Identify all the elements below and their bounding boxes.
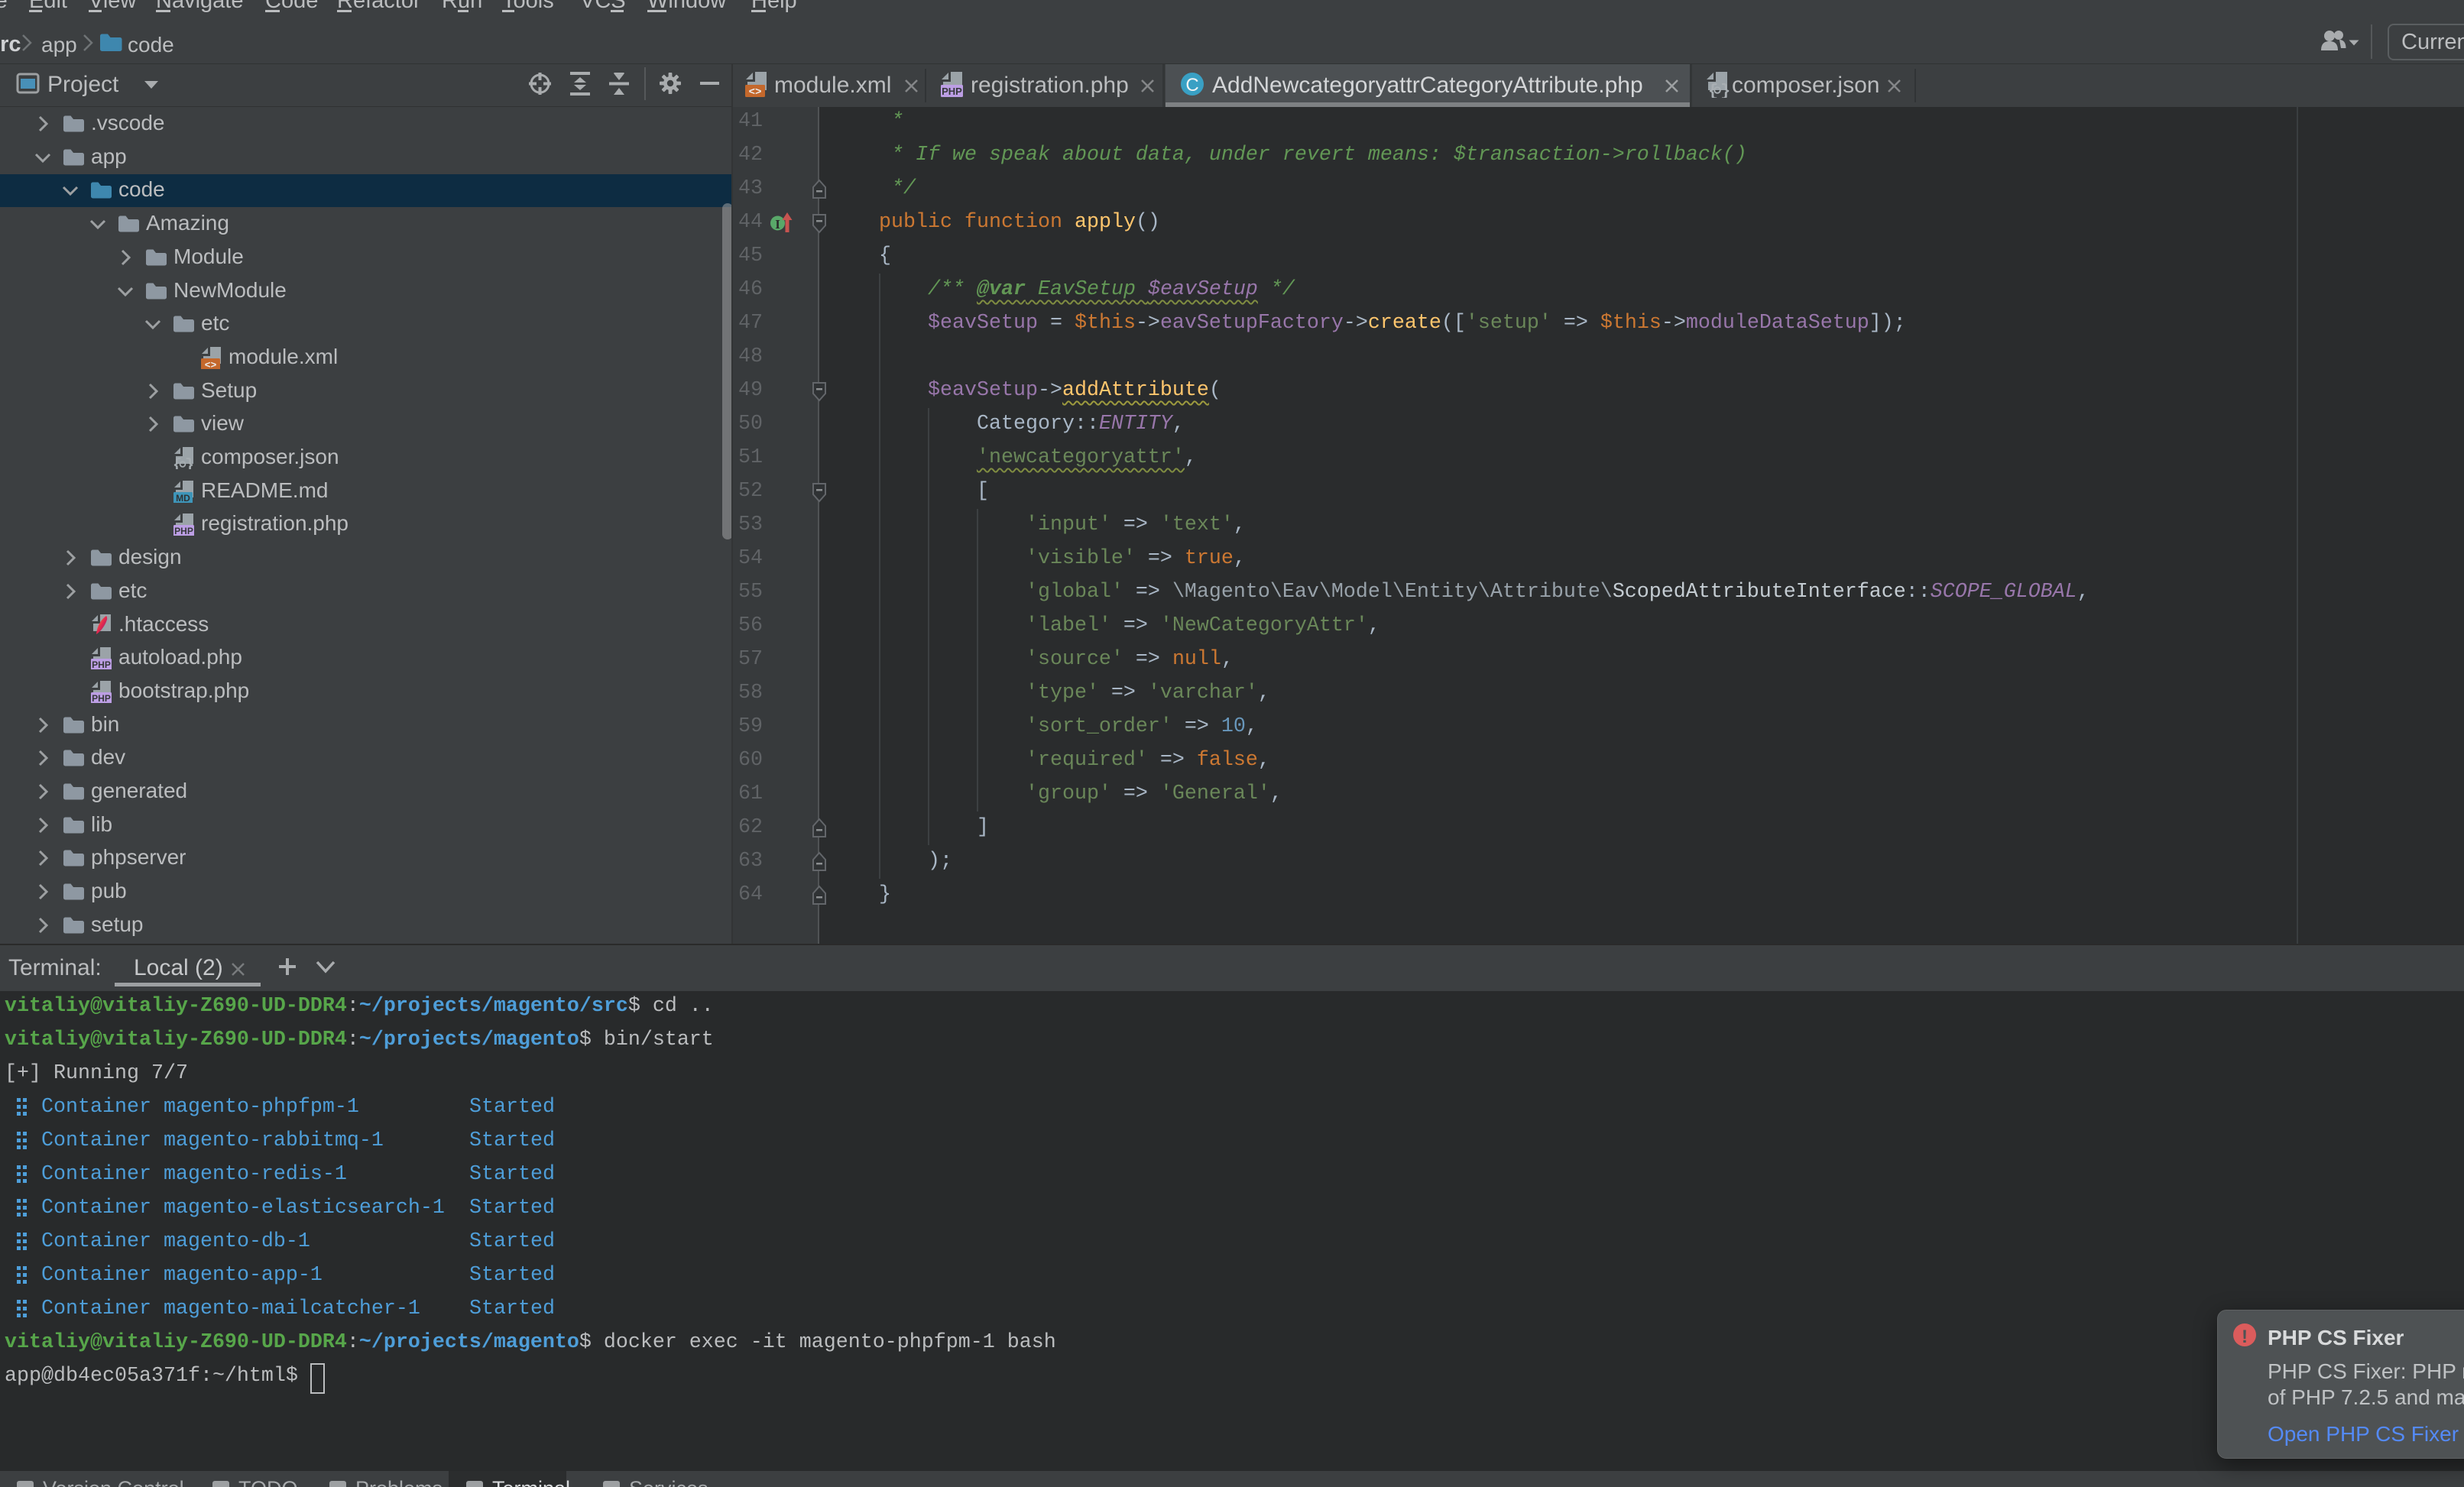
- svg-text:<>: <>: [749, 86, 762, 98]
- svg-text:PHP: PHP: [92, 693, 111, 703]
- svg-text:I: I: [775, 217, 780, 232]
- svg-text:{: {: [1708, 82, 1718, 98]
- svg-text:<>: <>: [205, 359, 217, 369]
- svg-text:}: }: [1720, 82, 1730, 98]
- svg-text:PHP: PHP: [92, 659, 111, 669]
- svg-text:PHP: PHP: [942, 86, 962, 97]
- svg-text:}: }: [185, 457, 194, 469]
- svg-text:PHP: PHP: [174, 526, 193, 536]
- svg-text:C: C: [1185, 75, 1198, 96]
- svg-text:MD: MD: [176, 493, 190, 503]
